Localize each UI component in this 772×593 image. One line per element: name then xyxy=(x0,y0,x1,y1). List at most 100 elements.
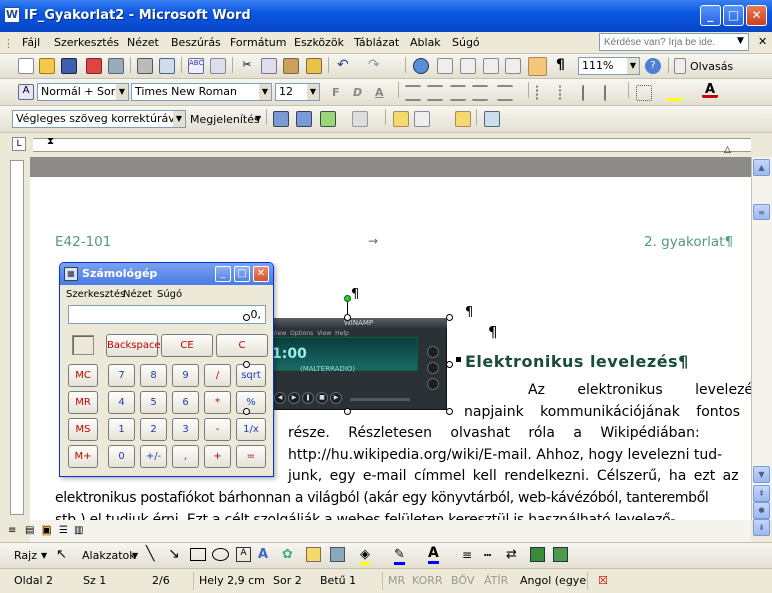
zoom-dropdown-icon[interactable]: ▼ xyxy=(627,58,639,74)
accept-change-icon[interactable] xyxy=(320,111,336,127)
doc-close-icon[interactable]: ✕ xyxy=(758,35,767,48)
numbering-icon[interactable] xyxy=(536,85,552,101)
border-icon[interactable] xyxy=(636,85,652,101)
draw-dropdown-icon[interactable]: ▼ xyxy=(41,551,47,560)
outline-view-icon[interactable]: ☰ xyxy=(59,525,68,536)
sqrt-button[interactable]: sqrt xyxy=(236,364,266,387)
text-line[interactable]: stb.) el tudjuk érni. Ezt a célt szolgál… xyxy=(55,509,730,520)
drawing-icon[interactable] xyxy=(528,57,547,76)
reciprocal-button[interactable]: 1/x xyxy=(236,418,266,441)
show-dropdown-icon[interactable]: ▼ xyxy=(255,114,261,123)
multiply-button[interactable]: * xyxy=(204,391,231,414)
ruler-scale[interactable] xyxy=(33,138,751,152)
help-dropdown-icon[interactable]: ▼ xyxy=(737,36,744,46)
format-painter-icon[interactable] xyxy=(306,58,322,74)
section-heading[interactable]: Elektronikus levelezés¶ xyxy=(465,352,689,371)
menu-view[interactable]: Nézet xyxy=(127,36,159,49)
hyperlink-icon[interactable] xyxy=(413,58,429,74)
backspace-button[interactable]: Backspace xyxy=(106,334,161,357)
review-mode-combo[interactable]: Végleges szöveg korrektúrával ▼ xyxy=(12,110,186,128)
size-combo[interactable]: 12 ▼ xyxy=(275,83,320,101)
cut-icon[interactable]: ✂ xyxy=(239,58,255,74)
status-track[interactable]: KORR xyxy=(412,574,443,587)
calc-close-button[interactable]: ✕ xyxy=(253,266,269,282)
text-line[interactable]: része. Részletesen olvashat róla a Wikip… xyxy=(288,422,730,444)
menu-window[interactable]: Ablak xyxy=(410,36,441,49)
percent-button[interactable]: % xyxy=(236,391,266,414)
track-changes-icon[interactable] xyxy=(414,111,430,127)
menu-help[interactable]: Súgó xyxy=(452,36,480,49)
spelling-status-icon[interactable]: ☒ xyxy=(598,574,608,587)
draw-font-color-icon[interactable]: A xyxy=(428,545,439,564)
diagram-icon[interactable]: ✿ xyxy=(282,547,293,562)
align-right-icon[interactable] xyxy=(450,85,466,101)
key-1[interactable]: 1 xyxy=(108,418,135,441)
resize-handle[interactable] xyxy=(344,408,351,415)
font-color-icon[interactable]: A xyxy=(702,82,718,98)
maximize-button[interactable]: □ xyxy=(723,5,744,26)
resize-handle[interactable] xyxy=(243,314,250,321)
mc-button[interactable]: MC xyxy=(68,364,98,387)
permission-icon[interactable] xyxy=(86,58,102,74)
calculator-window[interactable]: Számológép ▦ _ □ ✕ Szerkesztés Nézet Súg… xyxy=(59,262,274,477)
rotate-handle[interactable] xyxy=(344,295,351,302)
web-view-icon[interactable]: ▤ xyxy=(25,525,34,536)
key-3[interactable]: 3 xyxy=(172,418,199,441)
status-extend[interactable]: BŐV xyxy=(451,574,475,587)
previous-change-icon[interactable] xyxy=(273,111,289,127)
key-7[interactable]: 7 xyxy=(108,364,135,387)
mplus-button[interactable]: M+ xyxy=(68,445,98,468)
research-icon[interactable] xyxy=(210,58,226,74)
equals-button[interactable]: = xyxy=(236,445,266,468)
next-change-icon[interactable] xyxy=(296,111,312,127)
styles-pane-icon[interactable]: A xyxy=(18,84,34,100)
text-line[interactable]: http://hu.wikipedia.org/wiki/E-mail. Ahh… xyxy=(288,444,730,466)
calc-menu-help[interactable]: Súgó xyxy=(157,289,182,300)
help-search-input[interactable] xyxy=(599,33,749,51)
style-combo[interactable]: Normál + Sorkiz ▼ xyxy=(37,83,129,101)
insert-comment-icon[interactable] xyxy=(393,111,409,127)
right-indent-icon[interactable]: △ xyxy=(724,145,731,155)
key-0[interactable]: 0 xyxy=(108,445,135,468)
print-icon[interactable] xyxy=(137,58,153,74)
arrow-style-icon[interactable]: ⇄ xyxy=(506,547,517,562)
show-hide-icon[interactable]: ¶ xyxy=(556,57,572,73)
font-dropdown-icon[interactable]: ▼ xyxy=(259,84,271,100)
shadow-style-icon[interactable] xyxy=(530,547,545,562)
text-line[interactable]: napjaink kommunikációjának fontos xyxy=(464,401,740,423)
align-center-icon[interactable] xyxy=(427,85,443,101)
word-app-icon[interactable]: W xyxy=(4,7,20,23)
resize-handle[interactable] xyxy=(446,408,453,415)
key-8[interactable]: 8 xyxy=(140,364,167,387)
insert-excel-icon[interactable] xyxy=(483,58,499,74)
status-language[interactable]: Angol (egye xyxy=(520,574,586,587)
resize-handle[interactable] xyxy=(243,408,250,415)
style-dropdown-icon[interactable]: ▼ xyxy=(116,84,128,100)
text-line[interactable]: junk, egy e-mail címmel kell rendelkezni… xyxy=(288,465,739,487)
line-spacing-icon[interactable] xyxy=(497,85,513,101)
select-objects-icon[interactable]: ↖ xyxy=(56,547,67,562)
scroll-up-button[interactable]: ▲ xyxy=(753,159,770,176)
highlight-icon[interactable] xyxy=(667,85,683,101)
insert-table-icon[interactable] xyxy=(460,58,476,74)
zoom-combo[interactable]: 111% ▼ xyxy=(578,57,640,75)
paste-icon[interactable] xyxy=(283,58,299,74)
line-icon[interactable]: ╲ xyxy=(146,546,154,562)
next-page-icon[interactable]: ⇟ xyxy=(753,519,770,536)
calc-menu-edit[interactable]: Szerkesztés xyxy=(66,289,125,300)
line-style-icon[interactable]: ≡ xyxy=(462,548,472,562)
send-review-icon[interactable] xyxy=(484,111,500,127)
decimal-button[interactable]: , xyxy=(172,445,199,468)
oval-icon[interactable] xyxy=(212,548,229,561)
key-9[interactable]: 9 xyxy=(172,364,199,387)
key-6[interactable]: 6 xyxy=(172,391,199,414)
spelling-icon[interactable]: ABC xyxy=(188,58,204,74)
review-mode-dropdown-icon[interactable]: ▼ xyxy=(173,111,185,127)
decrease-indent-icon[interactable] xyxy=(582,85,598,101)
reject-change-icon[interactable] xyxy=(352,111,368,127)
3d-style-icon[interactable] xyxy=(553,547,568,562)
resize-handle[interactable] xyxy=(446,314,453,321)
text-box-icon[interactable]: A xyxy=(236,547,251,562)
menu-insert[interactable]: Beszúrás xyxy=(171,36,221,49)
read-icon[interactable] xyxy=(674,58,686,74)
